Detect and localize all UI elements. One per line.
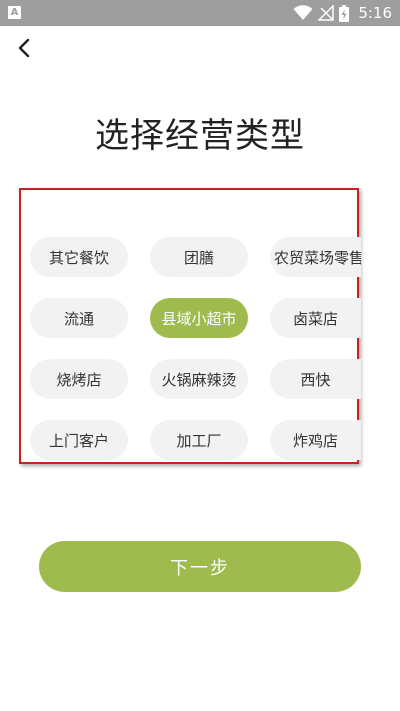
battery-charging-icon — [339, 4, 350, 22]
option-chip[interactable]: 团膳 — [150, 237, 248, 277]
option-chip[interactable]: 加工厂 — [150, 420, 248, 460]
wifi-icon — [293, 5, 313, 20]
option-chip[interactable]: 烧烤店 — [30, 359, 128, 399]
no-signal-icon — [318, 5, 335, 21]
option-chip-selected[interactable]: 县域小超市 — [150, 298, 248, 338]
option-chip[interactable]: 炸鸡店 — [270, 420, 361, 460]
page-title: 选择经营类型 — [95, 116, 305, 156]
next-step-button[interactable]: 下一步 — [39, 541, 361, 592]
back-button[interactable] — [10, 34, 38, 62]
option-chip[interactable]: 火锅麻辣烫 — [150, 359, 248, 399]
option-chip[interactable]: 流通 — [30, 298, 128, 338]
option-chip[interactable]: 其它餐饮 — [30, 237, 128, 277]
status-icons: 5:16 — [293, 0, 392, 26]
chevron-left-icon — [18, 38, 30, 58]
app-notification-icon: A — [8, 6, 21, 19]
option-chip[interactable]: 西快 — [270, 359, 361, 399]
option-chip[interactable]: 上门客户 — [30, 420, 128, 460]
status-bar: A 5:16 — [0, 0, 400, 26]
option-chip[interactable]: 农贸菜场零售 — [270, 237, 361, 277]
status-time: 5:16 — [358, 4, 392, 22]
option-chip[interactable]: 卤菜店 — [270, 298, 361, 338]
